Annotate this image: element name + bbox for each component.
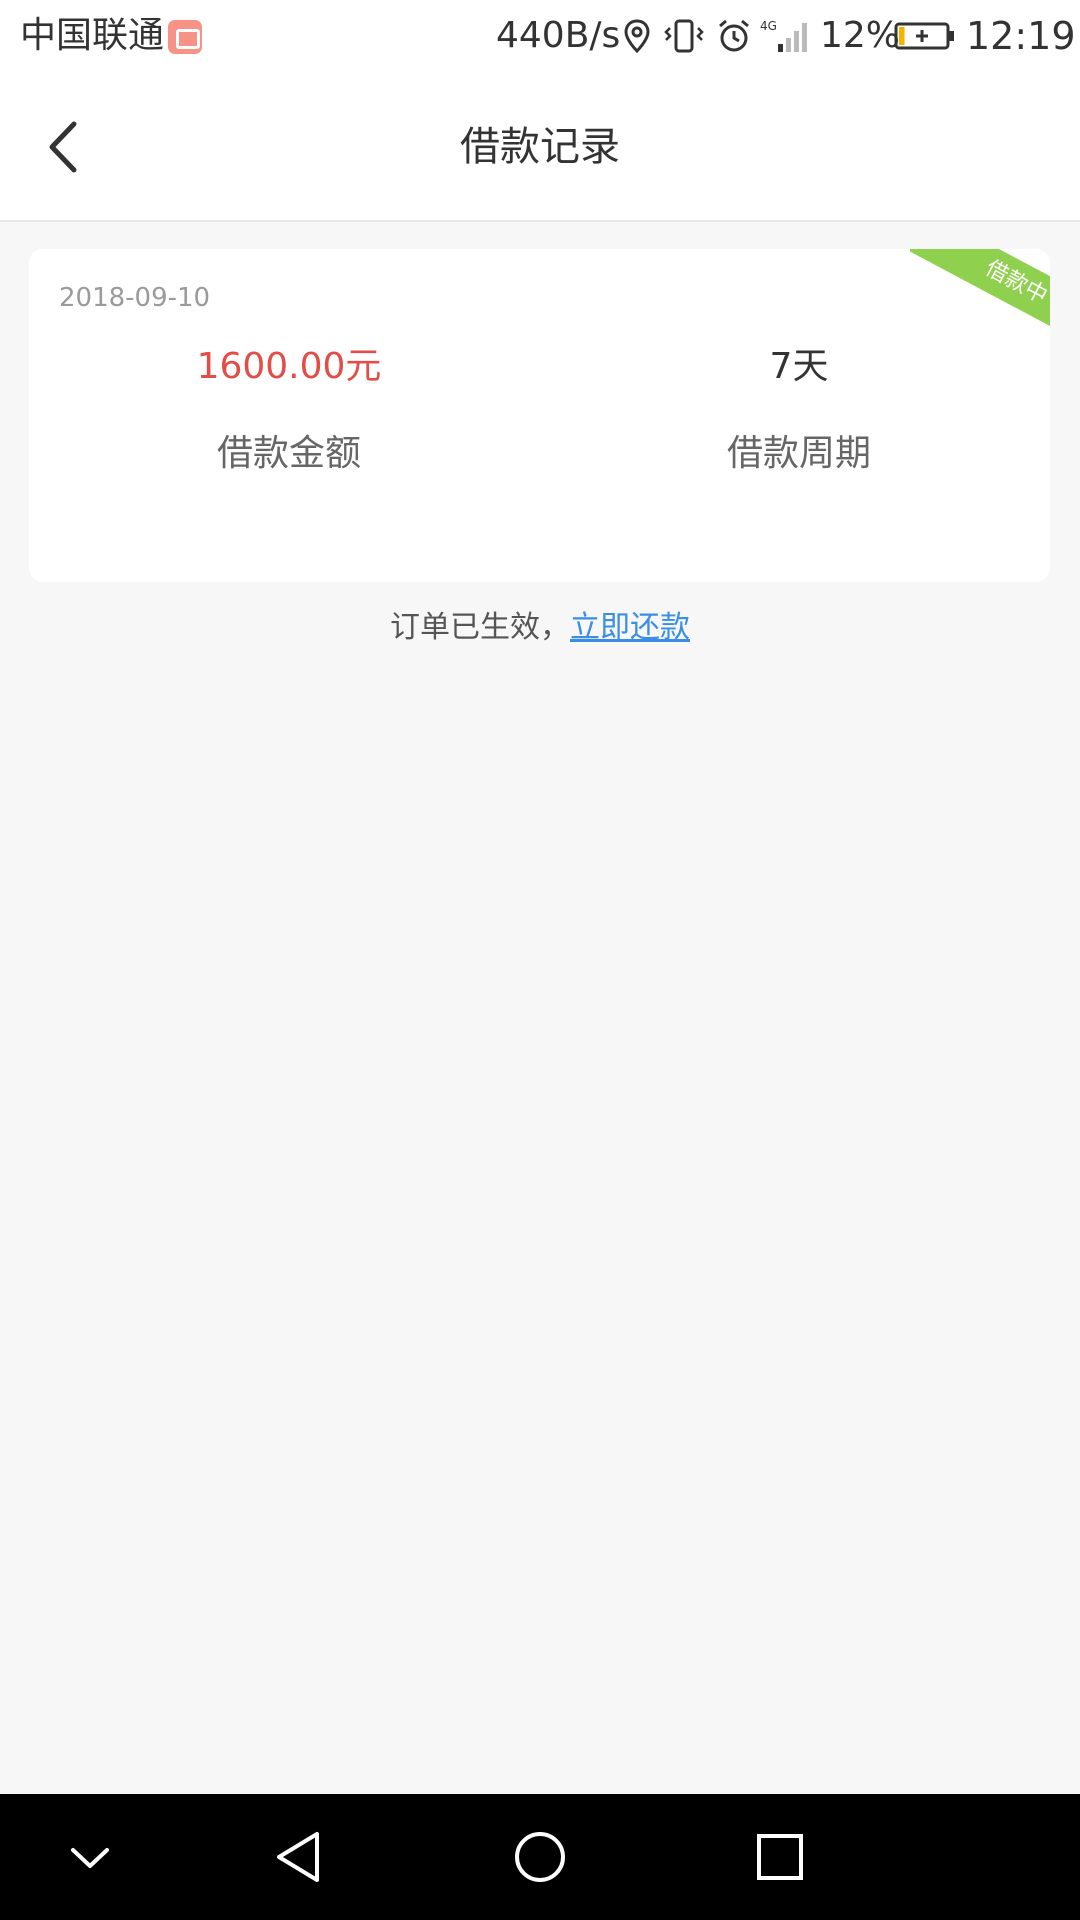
back-triangle-icon[interactable] xyxy=(265,1822,335,1892)
network-type-label: 4G xyxy=(760,19,777,33)
location-icon xyxy=(624,19,650,54)
order-notice-text: 订单已生效， xyxy=(390,610,570,645)
battery-percent: 12% xyxy=(820,15,901,56)
system-nav-bar xyxy=(0,1794,1080,1920)
loan-amount-value: 1600.00元 xyxy=(196,346,382,387)
recents-square-icon[interactable] xyxy=(745,1822,815,1892)
loan-period-value: 7天 xyxy=(769,346,829,387)
carrier-name: 中国联通 xyxy=(20,15,165,56)
loan-record-card[interactable]: 2018-09-10 借款中 1600.00元 7天 借款金额 借款周期 xyxy=(29,249,1050,582)
signal-icon: 4G xyxy=(760,19,807,52)
app-header: 借款记录 xyxy=(0,72,1080,222)
loan-date: 2018-09-10 xyxy=(59,283,211,313)
hide-keyboard-icon[interactable] xyxy=(55,1822,125,1892)
page-title: 借款记录 xyxy=(460,124,620,170)
repay-now-link[interactable]: 立即还款 xyxy=(570,610,690,645)
alarm-icon xyxy=(719,19,749,52)
status-bar: 中国联通 440B/s 4G 12% 12:19 xyxy=(0,0,1080,72)
network-speed: 440B/s xyxy=(496,15,621,56)
order-notice: 订单已生效，立即还款 xyxy=(0,608,1080,648)
battery-icon xyxy=(894,22,954,50)
home-circle-icon[interactable] xyxy=(505,1822,575,1892)
loan-amount-label: 借款金额 xyxy=(216,433,361,474)
carrier-badge-icon xyxy=(168,20,202,54)
loan-period-label: 借款周期 xyxy=(726,433,871,474)
status-ribbon-label: 借款中 xyxy=(910,249,1050,359)
clock: 12:19 xyxy=(966,14,1076,58)
vibrate-icon xyxy=(664,19,704,53)
